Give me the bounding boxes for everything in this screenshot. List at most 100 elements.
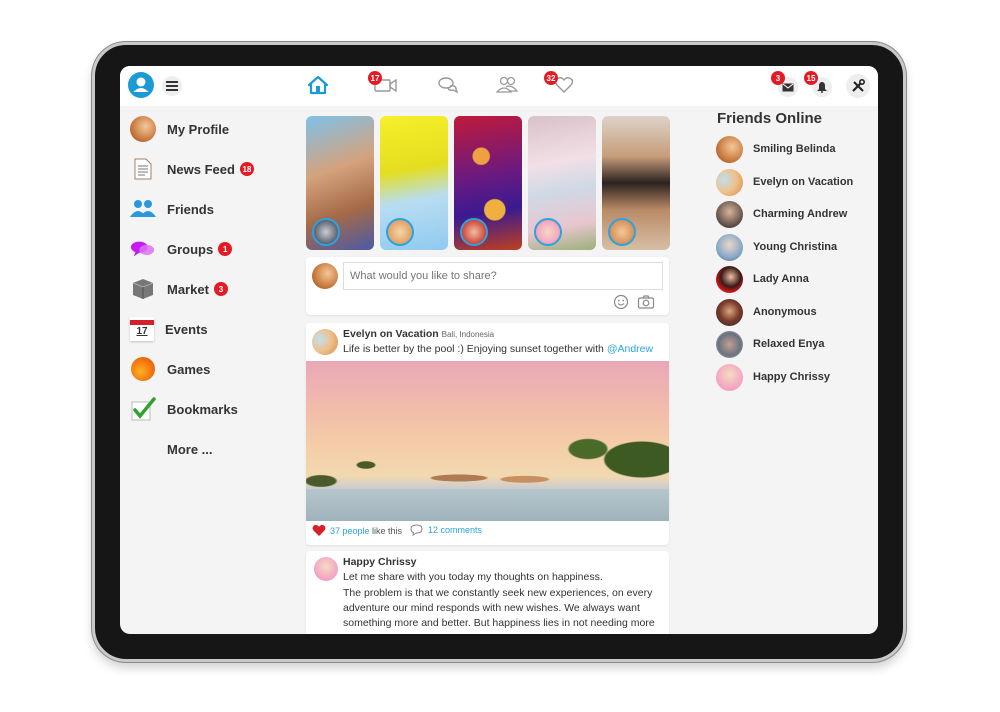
nav-people[interactable]: [494, 74, 520, 96]
people-icon: [495, 76, 519, 93]
post-text: Life is better by the pool :) Enjoying s…: [343, 343, 607, 355]
document-icon: [134, 158, 152, 180]
notifications-button[interactable]: 15: [804, 71, 832, 97]
sidebar-item-market[interactable]: Market 3: [130, 274, 228, 304]
friend-name: Evelyn on Vacation: [753, 176, 854, 188]
friend-item[interactable]: Smiling Belinda: [716, 135, 836, 163]
user-icon: [133, 77, 149, 92]
friend-item[interactable]: Young Christina: [716, 233, 837, 261]
post-text-body: The problem is that we constantly seek n…: [343, 587, 655, 629]
like-button[interactable]: [312, 524, 326, 538]
share-input[interactable]: [343, 262, 663, 290]
friend-avatar: [716, 200, 743, 228]
post-author[interactable]: Happy Chrissy: [343, 556, 417, 568]
post-mention[interactable]: @Andrew: [607, 343, 653, 355]
palm-left: [306, 449, 406, 489]
profile-avatar-icon: [130, 116, 156, 142]
checkmark-icon: [131, 397, 156, 421]
post-composer: [306, 257, 669, 315]
friend-item[interactable]: Anonymous: [716, 298, 817, 326]
post-photo[interactable]: [306, 361, 669, 521]
envelope-icon: [782, 83, 794, 91]
groups-badge: 1: [218, 242, 233, 256]
friend-name: Lady Anna: [753, 273, 809, 285]
friend-avatar: [716, 233, 743, 261]
comment-icon: [410, 524, 423, 536]
friend-name: Smiling Belinda: [753, 143, 836, 155]
tools-icon: [852, 79, 865, 92]
photo-button[interactable]: [637, 294, 655, 310]
post-text-line1: Let me share with you today my thoughts …: [343, 571, 603, 583]
nav-chat[interactable]: [436, 74, 460, 96]
user-account-button[interactable]: [128, 72, 154, 98]
friend-item[interactable]: Happy Chrissy: [716, 363, 830, 391]
emoji-button[interactable]: [613, 294, 629, 310]
friend-item[interactable]: Lady Anna: [716, 265, 809, 293]
post: Happy Chrissy Let me share with you toda…: [306, 551, 669, 634]
sidebar-item-label: More ...: [167, 441, 213, 457]
friends-online-title: Friends Online: [717, 110, 823, 127]
camera-icon: [637, 295, 655, 309]
likes-badge: 32: [544, 71, 558, 85]
nav-likes[interactable]: 32: [544, 71, 576, 96]
sidebar-item-label: Bookmarks: [167, 401, 238, 417]
home-icon: [307, 75, 329, 95]
friend-item[interactable]: Relaxed Enya: [716, 330, 825, 358]
box-icon: [132, 279, 154, 299]
nav-video[interactable]: 17: [368, 71, 400, 96]
news-feed-badge: 18: [239, 162, 254, 176]
friend-avatar: [716, 330, 743, 358]
games-icon: [131, 357, 155, 381]
sidebar-item-news-feed[interactable]: News Feed 18: [130, 154, 254, 184]
sidebar-item-label: Games: [167, 361, 211, 377]
sidebar-item-label: Groups: [167, 241, 214, 257]
likes-count[interactable]: 37 people: [330, 526, 370, 536]
sidebar-item-games[interactable]: Games: [130, 354, 210, 384]
friends-online-panel: Friends Online Smiling Belinda Evelyn on…: [716, 110, 878, 391]
friend-item[interactable]: Evelyn on Vacation: [716, 168, 853, 196]
sidebar-item-friends[interactable]: Friends: [130, 194, 214, 224]
sidebar-item-groups[interactable]: Groups 1: [130, 234, 233, 264]
chat-bubbles-icon: [438, 77, 459, 94]
smiley-icon: [613, 294, 629, 310]
friend-avatar: [716, 265, 743, 293]
nav-home[interactable]: [306, 74, 330, 96]
friend-avatar: [716, 298, 743, 326]
post-author-avatar[interactable]: [314, 557, 338, 581]
sidebar-item-label: News Feed: [167, 161, 235, 177]
story-1[interactable]: [306, 116, 374, 250]
couple: [424, 465, 564, 491]
sidebar-item-label: My Profile: [167, 121, 230, 137]
messages-badge: 3: [771, 71, 785, 85]
post-location: Bali, Indonesia: [441, 330, 495, 339]
messages-button[interactable]: 3: [771, 71, 798, 97]
post-author-avatar[interactable]: [312, 329, 338, 355]
story-2[interactable]: [380, 116, 448, 250]
hamburger-icon: [166, 81, 178, 91]
video-badge: 17: [368, 71, 382, 85]
story-4[interactable]: [528, 116, 596, 250]
speech-bubbles-icon: [130, 241, 155, 257]
sidebar-item-my-profile[interactable]: My Profile: [130, 114, 229, 144]
sidebar-item-bookmarks[interactable]: Bookmarks: [130, 394, 238, 424]
heart-filled-icon: [312, 524, 326, 536]
friend-avatar: [716, 363, 743, 391]
story-3[interactable]: [454, 116, 522, 250]
friends-icon: [130, 200, 156, 217]
comments-count: 12 comments: [428, 525, 483, 535]
pool-water: [306, 489, 669, 521]
composer-avatar: [312, 263, 338, 289]
friend-name: Young Christina: [753, 241, 838, 253]
post-author[interactable]: Evelyn on Vacation: [343, 328, 439, 340]
story-5[interactable]: [602, 116, 670, 250]
comments-link[interactable]: 12 comments: [410, 524, 482, 536]
friend-name: Happy Chrissy: [753, 371, 831, 383]
menu-button[interactable]: [162, 76, 182, 96]
sidebar-item-more[interactable]: More ...: [130, 434, 213, 464]
top-bar: 17 32 3 15: [120, 66, 878, 106]
sidebar-item-events[interactable]: 17 Events: [130, 314, 208, 344]
friend-item[interactable]: Charming Andrew: [716, 200, 847, 228]
friend-avatar: [716, 135, 743, 163]
settings-button[interactable]: [846, 74, 870, 98]
sidebar-item-label: Events: [165, 321, 208, 337]
